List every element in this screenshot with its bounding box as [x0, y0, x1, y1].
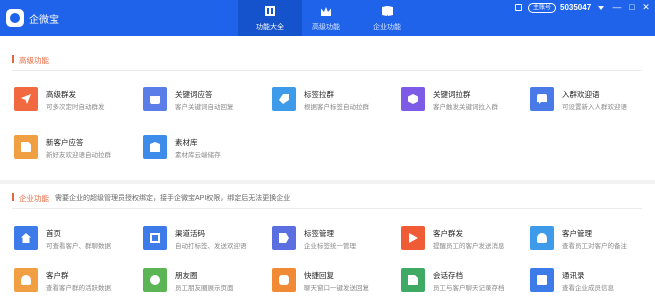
robot-icon: [143, 87, 167, 111]
feature-title: 渠道活码: [175, 229, 205, 238]
feature-description: 员工朋友圈展示页面: [175, 285, 234, 292]
authorization-notice: 需要企业的超级管理员授权绑定，接手企微宝API权限，绑定后无法更换企业: [55, 195, 291, 202]
lock-icon[interactable]: [515, 4, 522, 11]
feature-description: 可多次定时自动群发: [46, 104, 105, 111]
app-name: 企微宝: [29, 15, 59, 26]
grid-icon: [265, 6, 275, 16]
feature-description: 可查看客户、群聊数据: [46, 243, 111, 250]
feature-title: 客户群发: [433, 229, 463, 238]
feature-title: 客户管理: [562, 229, 592, 238]
feature-card[interactable]: 高级群发可多次定时自动群发: [14, 87, 132, 115]
tab-label: 功能大全: [256, 24, 284, 31]
account-id[interactable]: 5035047: [560, 3, 591, 12]
feature-description: 新好友欢迎语自动拉群: [46, 152, 111, 159]
feature-description: 聊天窗口一键发送回复: [304, 285, 369, 292]
feature-card[interactable]: 标签拉群根据客户标签自动拉群: [272, 87, 390, 115]
feature-card[interactable]: 首页可查看客户、群聊数据: [14, 226, 132, 254]
feature-title: 会话存档: [433, 271, 463, 280]
hexagon-icon: [401, 87, 425, 111]
label-icon: [272, 226, 296, 250]
feature-title: 关键词应答: [175, 90, 213, 99]
tab-enterprise-features[interactable]: 企业功能: [355, 0, 419, 36]
feature-card[interactable]: 通讯录查看企业成员信息: [530, 268, 648, 296]
note-icon: [14, 135, 38, 159]
feature-description: 根据客户标签自动拉群: [304, 104, 369, 111]
close-button[interactable]: ✕: [641, 2, 651, 12]
feature-card[interactable]: 会话存档员工与客户聊天记录存档: [401, 268, 519, 296]
feature-description: 查看企业成员信息: [562, 285, 614, 292]
top-bar: 企微宝 功能大全 高级功能 企业功能 主账号 5035047 — □ ✕: [0, 0, 655, 36]
feature-card[interactable]: 朋友圈员工朋友圈展示页面: [143, 268, 261, 296]
feature-title: 素材库: [175, 138, 198, 147]
contacts-icon: [530, 268, 554, 292]
quick-reply-icon: [272, 268, 296, 292]
feature-card[interactable]: 关键词拉群客户触发关键词拉入群: [401, 87, 519, 115]
archive-icon: [401, 268, 425, 292]
feature-title: 入群欢迎语: [562, 90, 600, 99]
book-icon: [382, 6, 393, 16]
account-type-badge: 主账号: [528, 3, 557, 13]
feature-card[interactable]: 入群欢迎语可设置新入人群欢迎语: [530, 87, 648, 115]
chevron-down-icon[interactable]: [598, 6, 604, 10]
section-marker: [12, 193, 14, 201]
divider: [12, 70, 642, 71]
group-icon: [14, 268, 38, 292]
home-icon: [14, 226, 38, 250]
tab-label: 高级功能: [312, 24, 340, 31]
play-icon: [401, 226, 425, 250]
feature-description: 企业标签统一管理: [304, 243, 356, 250]
feature-description: 客户关键词自动回复: [175, 104, 234, 111]
section-separator: [0, 180, 655, 184]
feature-card[interactable]: 客户群发提醒员工的客户发送消息: [401, 226, 519, 254]
feature-description: 提醒员工的客户发送消息: [433, 243, 505, 250]
feature-title: 朋友圈: [175, 271, 198, 280]
tab-label: 企业功能: [373, 24, 401, 31]
feature-card[interactable]: 标签管理企业标签统一管理: [272, 226, 390, 254]
chat-icon: [530, 87, 554, 111]
feature-title: 关键词拉群: [433, 90, 471, 99]
feature-description: 可设置新入人群欢迎语: [562, 104, 627, 111]
maximize-button[interactable]: □: [627, 2, 637, 12]
feature-title: 新客户应答: [46, 138, 84, 147]
tag-icon: [272, 87, 296, 111]
feature-title: 高级群发: [46, 90, 76, 99]
feature-title: 通讯录: [562, 271, 585, 280]
feature-description: 员工与客户聊天记录存档: [433, 285, 505, 292]
send-icon: [14, 87, 38, 111]
feature-title: 首页: [46, 229, 61, 238]
feature-card[interactable]: 渠道活码自动打标签、发送欢迎语: [143, 226, 261, 254]
feature-card[interactable]: 关键词应答客户关键词自动回复: [143, 87, 261, 115]
feature-description: 查看员工对客户的备注: [562, 243, 627, 250]
feature-card[interactable]: 快捷回复聊天窗口一键发送回复: [272, 268, 390, 296]
feature-card[interactable]: 新客户应答新好友欢迎语自动拉群: [14, 135, 132, 163]
feature-title: 标签管理: [304, 229, 334, 238]
crown-icon: [321, 7, 331, 16]
section-marker: [12, 55, 14, 63]
feature-description: 自动打标签、发送欢迎语: [175, 243, 247, 250]
feature-card[interactable]: 素材库素材库云端储存: [143, 135, 261, 163]
qr-code-icon: [143, 226, 167, 250]
user-icon: [530, 226, 554, 250]
box-icon: [143, 135, 167, 159]
feature-description: 查看客户群的活跃数据: [46, 285, 111, 292]
section-title-advanced: 高级功能: [19, 56, 49, 65]
feature-title: 标签拉群: [304, 90, 334, 99]
feature-title: 快捷回复: [304, 271, 334, 280]
section-title-enterprise: 企业功能: [19, 194, 49, 203]
tab-all-features[interactable]: 功能大全: [238, 0, 302, 36]
tab-advanced-features[interactable]: 高级功能: [294, 0, 358, 36]
feature-title: 客户群: [46, 271, 69, 280]
feature-card[interactable]: 客户群查看客户群的活跃数据: [14, 268, 132, 296]
app-logo-icon: [6, 9, 24, 27]
moments-icon: [143, 268, 167, 292]
divider: [12, 208, 642, 209]
feature-card[interactable]: 客户管理查看员工对客户的备注: [530, 226, 648, 254]
minimize-button[interactable]: —: [612, 2, 622, 12]
feature-description: 素材库云端储存: [175, 152, 221, 159]
feature-description: 客户触发关键词拉入群: [433, 104, 498, 111]
